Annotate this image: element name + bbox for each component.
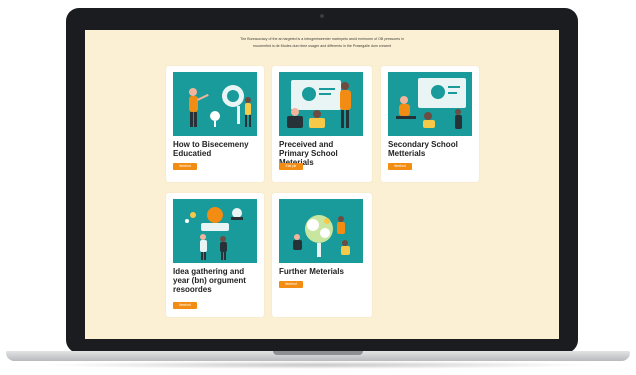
card-illustration xyxy=(173,199,257,263)
card-button[interactable]: Itemford xyxy=(173,302,197,309)
resource-card[interactable]: Secondary School Metterials Itemford xyxy=(381,66,479,182)
card-title: Secondary School Metterials xyxy=(388,140,458,158)
resource-card[interactable]: Preceived and Primary School Meterials E… xyxy=(272,66,372,182)
card-illustration xyxy=(279,199,363,263)
card-title: Further Meterials xyxy=(279,267,344,276)
resource-card[interactable]: Idea gathering and year (bn) orgument re… xyxy=(166,193,264,317)
card-button[interactable]: Itemford xyxy=(173,163,197,170)
laptop-screen: The Bureaucracy of the an targeted is a … xyxy=(85,30,559,339)
card-title: How to Bisecemeny Educatied xyxy=(173,140,249,158)
card-button[interactable]: Itemford xyxy=(279,281,303,288)
card-button[interactable]: Etal pie xyxy=(279,163,303,170)
camera-icon xyxy=(320,14,324,18)
laptop-notch xyxy=(273,351,363,355)
card-illustration xyxy=(388,72,472,136)
laptop-shadow xyxy=(40,361,596,369)
intro-text: The Bureaucracy of the an targeted is a … xyxy=(85,36,559,50)
card-illustration xyxy=(279,72,363,136)
card-button[interactable]: Itemford xyxy=(388,163,412,170)
intro-line-1: The Bureaucracy of the an targeted is a … xyxy=(240,37,404,41)
resource-card[interactable]: How to Bisecemeny Educatied Itemford xyxy=(166,66,264,182)
card-title: Idea gathering and year (bn) orgument re… xyxy=(173,267,246,294)
card-illustration xyxy=(173,72,257,136)
intro-line-2: mouremfed is de Modes dum time usager an… xyxy=(252,44,392,48)
resource-card[interactable]: Further Meterials Itemford xyxy=(272,193,372,317)
